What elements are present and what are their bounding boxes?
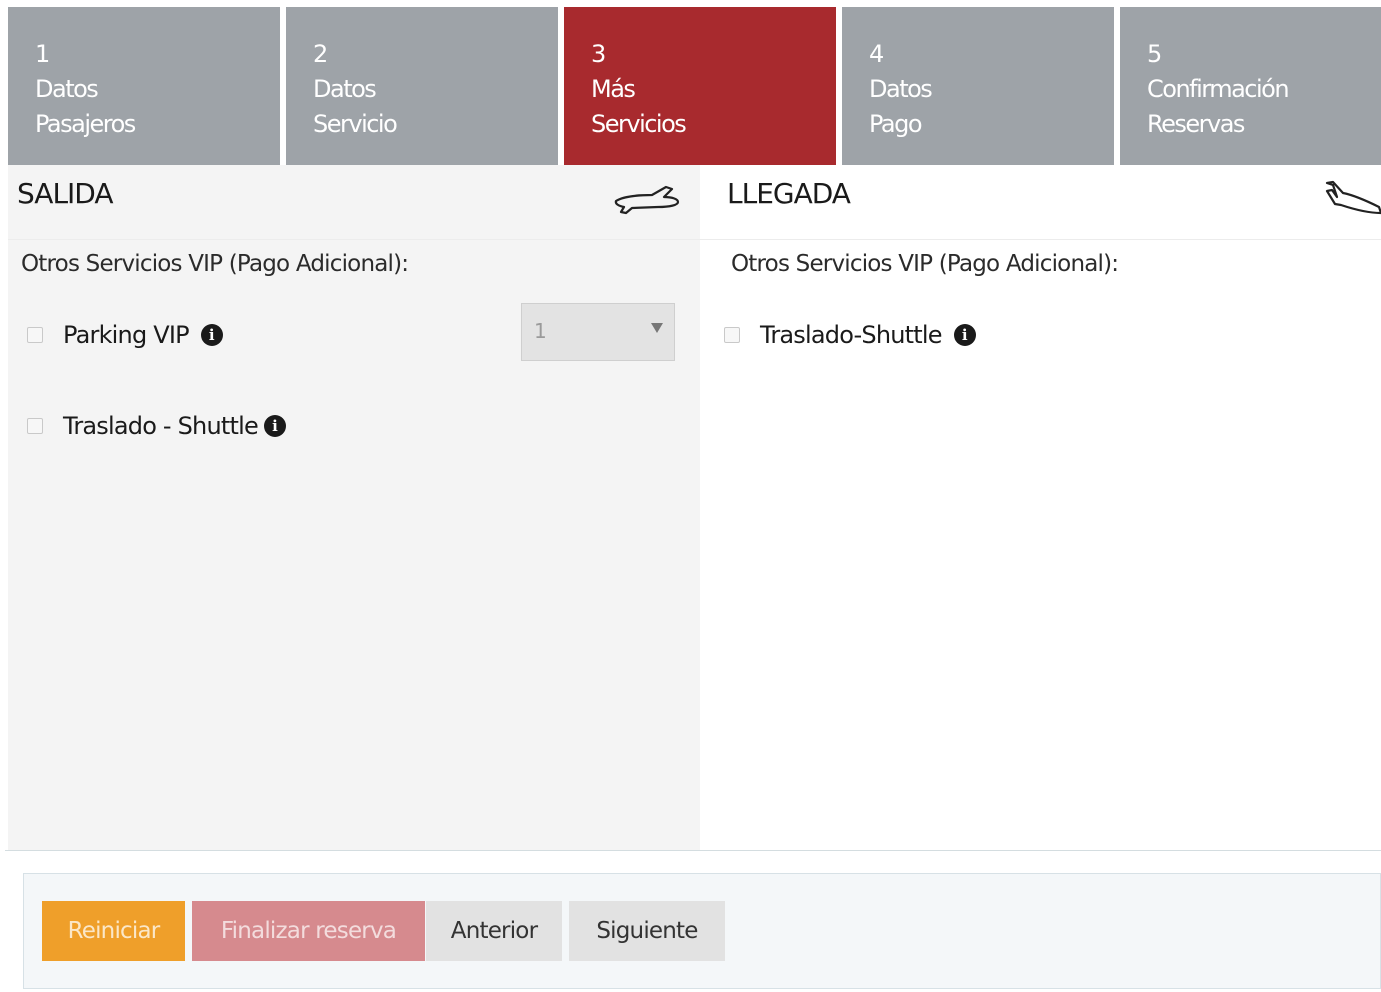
step-number: 5	[1147, 40, 1162, 68]
parking-quantity-select[interactable]: 1	[521, 303, 675, 361]
info-icon[interactable]: i	[953, 324, 976, 346]
previous-button[interactable]: Anterior	[426, 901, 562, 961]
arrival-panel: LLEGADA Otros Servicios VIP (Pago Adicio…	[700, 165, 1381, 850]
step-label-line1: Confirmación	[1147, 75, 1290, 103]
step-tab-service[interactable]: 2 Datos Servicio	[286, 7, 558, 165]
step-tab-payment[interactable]: 4 Datos Pago	[842, 7, 1114, 165]
step-tab-passengers[interactable]: 1 Datos Pasajeros	[8, 7, 280, 165]
step-number: 2	[313, 40, 328, 68]
parking-vip-label: Parking VIP	[63, 321, 190, 349]
step-label-line1: Datos	[35, 75, 99, 103]
info-icon[interactable]: i	[263, 415, 286, 437]
shuttle-arrival-checkbox[interactable]	[724, 327, 740, 343]
step-number: 4	[869, 40, 884, 68]
step-label-line2: Reservas	[1147, 110, 1245, 138]
info-icon[interactable]: i	[200, 324, 223, 346]
departure-panel: SALIDA Otros Servicios VIP (Pago Adicion…	[8, 165, 700, 850]
parking-vip-option: Parking VIP i	[27, 321, 223, 349]
arrival-title: LLEGADA	[727, 177, 851, 210]
step-number: 3	[591, 40, 606, 68]
step-label-line2: Servicios	[591, 110, 687, 138]
shuttle-arrival-label: Traslado-Shuttle	[760, 321, 943, 349]
chevron-down-icon	[651, 323, 663, 333]
step-label-line1: Datos	[869, 75, 933, 103]
step-number: 1	[35, 40, 50, 68]
step-label-line2: Pago	[869, 110, 923, 138]
departure-section-label: Otros Servicios VIP (Pago Adicional):	[21, 251, 409, 277]
shuttle-departure-label: Traslado - Shuttle	[63, 412, 259, 440]
plane-takeoff-icon	[614, 185, 680, 215]
shuttle-departure-checkbox[interactable]	[27, 418, 43, 434]
step-tab-more-services[interactable]: 3 Más Servicios	[564, 7, 836, 165]
parking-vip-checkbox[interactable]	[27, 327, 43, 343]
shuttle-departure-option: Traslado - Shuttle i	[27, 412, 286, 440]
step-label-line1: Más	[591, 75, 636, 103]
finish-booking-button[interactable]: Finalizar reserva	[192, 901, 425, 961]
arrival-section-label: Otros Servicios VIP (Pago Adicional):	[731, 251, 1119, 277]
footer-divider	[5, 850, 1381, 851]
step-label-line1: Datos	[313, 75, 377, 103]
action-bar: Reiniciar Finalizar reserva Anterior Sig…	[23, 873, 1381, 989]
next-button[interactable]: Siguiente	[569, 901, 725, 961]
departure-header: SALIDA	[8, 165, 700, 240]
plane-landing-icon	[1325, 180, 1381, 215]
arrival-header: LLEGADA	[700, 165, 1381, 240]
wizard-steps: 1 Datos Pasajeros 2 Datos Servicio 3 Más…	[8, 7, 1381, 165]
step-tab-confirmation[interactable]: 5 Confirmación Reservas	[1120, 7, 1381, 165]
step-label-line2: Pasajeros	[35, 110, 136, 138]
step-label-line2: Servicio	[313, 110, 398, 138]
quantity-value: 1	[534, 319, 547, 343]
departure-title: SALIDA	[17, 177, 114, 210]
shuttle-arrival-option: Traslado-Shuttle i	[724, 321, 976, 349]
reset-button[interactable]: Reiniciar	[42, 901, 185, 961]
